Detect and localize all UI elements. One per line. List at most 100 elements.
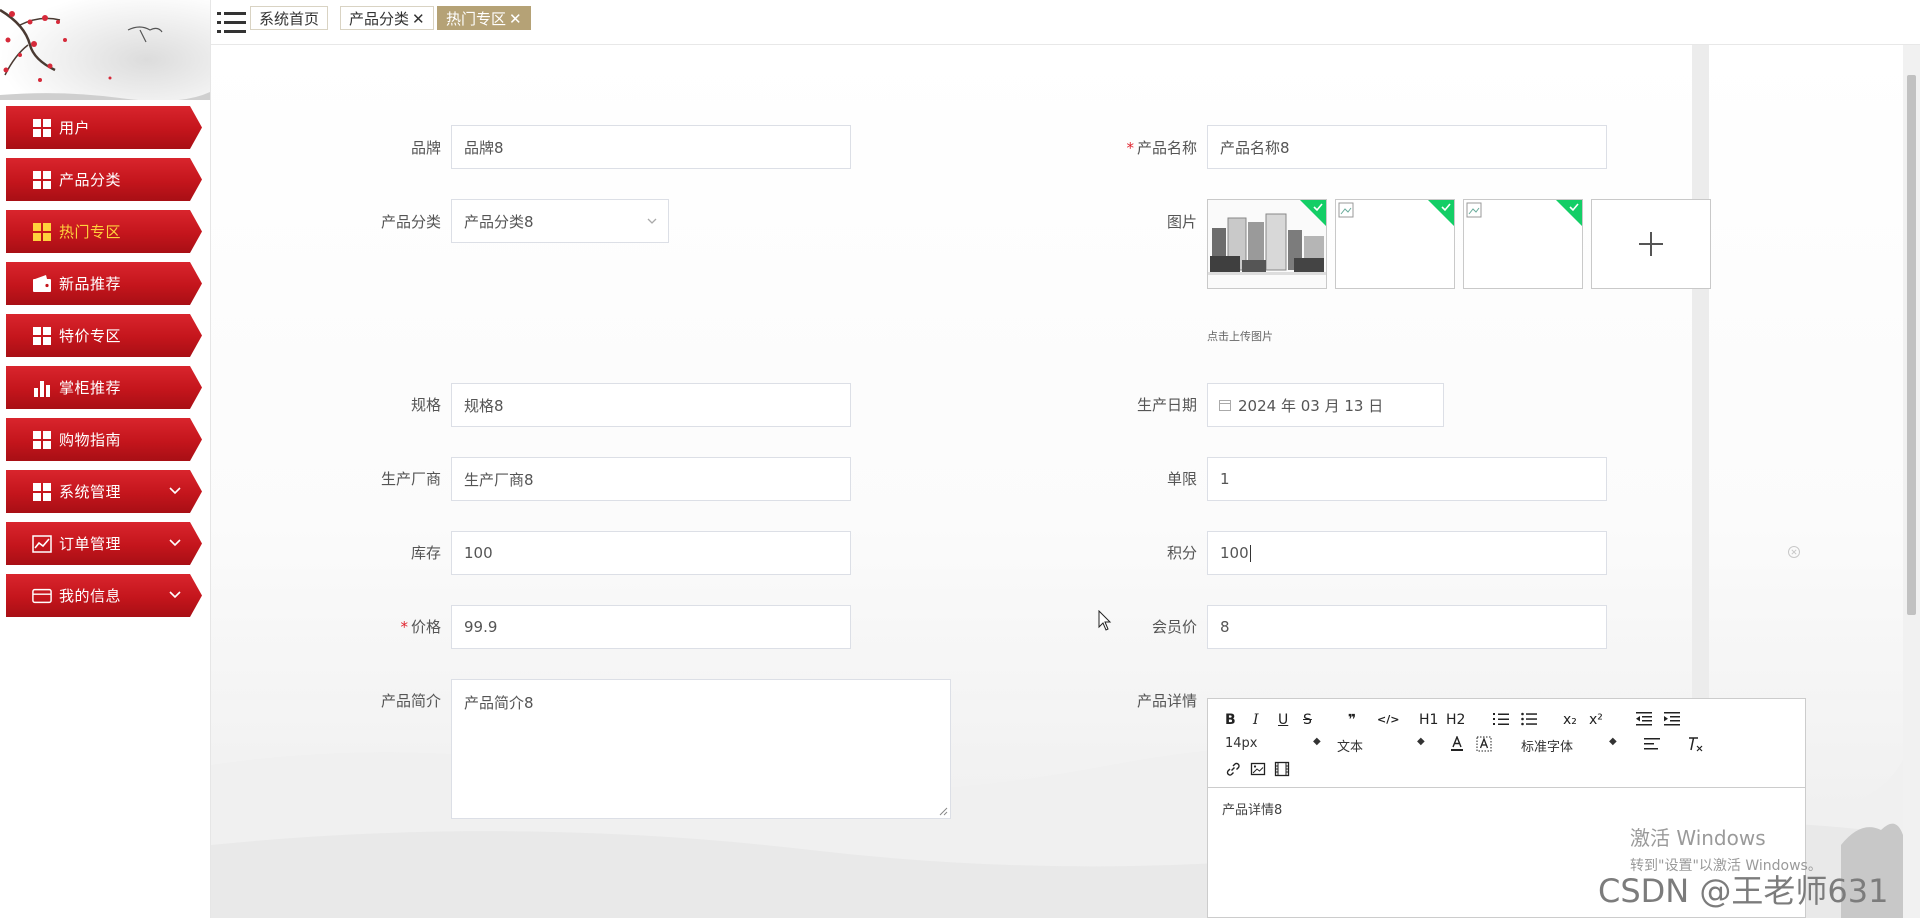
calendar-icon [1219,400,1231,411]
sidebar-item-6[interactable]: 掌柜推荐 [6,366,202,409]
uploaded-image-1[interactable] [1207,199,1327,289]
sidebar-item-label: 订单管理 [59,535,122,553]
grid-icon [32,326,52,346]
sidebar-item-3[interactable]: 热门专区 [6,210,202,253]
manufacturer-input[interactable]: 生产厂商8 [451,457,851,501]
broken-image-icon [1466,202,1482,218]
sidebar-item-label: 产品分类 [59,171,122,189]
updown-icon: ◆ [1417,736,1425,747]
production-date-label: 生产日期 [1136,396,1197,414]
tab-bar: 系统首页 产品分类 ✕ 热门专区 ✕ [211,0,1920,45]
stock-label: 库存 [410,544,441,562]
sidebar-item-label: 新品推荐 [59,275,122,293]
stock-input[interactable]: 100 [451,531,851,575]
sidebar-item-2[interactable]: 产品分类 [6,158,202,201]
menu-toggle-icon[interactable] [217,10,247,36]
blockquote-button[interactable]: ❞ [1348,711,1356,729]
sidebar-item-4[interactable]: 新品推荐 [6,262,202,305]
bar-chart-icon [32,378,52,398]
link-icon[interactable] [1225,761,1241,777]
brand-input[interactable]: 品牌8 [451,125,851,169]
spec-input[interactable]: 规格8 [451,383,851,427]
sidebar-item-9[interactable]: 订单管理 [6,522,202,565]
sidebar-item-1[interactable]: 用户 [6,106,202,149]
tab-3[interactable]: 热门专区 ✕ [437,6,531,30]
member-price-input[interactable]: 8 [1207,605,1607,649]
sidebar-item-label: 用户 [59,119,91,137]
price-input[interactable]: 99.9 [451,605,851,649]
summary-textarea[interactable]: 产品简介8 [451,679,951,819]
manufacturer-label: 生产厂商 [380,470,441,488]
category-select[interactable]: 产品分类8 [451,199,669,243]
indent-icon[interactable] [1664,712,1680,726]
check-icon [1441,203,1451,212]
underline-button[interactable]: U [1278,711,1288,729]
sidebar-item-label: 特价专区 [59,327,122,345]
background-color-icon[interactable] [1476,736,1492,752]
resize-handle-icon[interactable] [939,807,948,816]
grid-icon [32,482,52,502]
subscript-button[interactable]: x₂ [1563,711,1577,729]
bullet-list-icon[interactable] [1521,712,1537,726]
bold-button[interactable]: B [1225,711,1236,729]
code-block-button[interactable]: </> [1377,711,1399,729]
limit-input[interactable]: 1 [1207,457,1607,501]
production-date-picker[interactable]: 2024 年 03 月 13 日 [1207,383,1444,427]
upload-hint: 点击上传图片 [1207,330,1273,343]
image-icon[interactable] [1250,761,1266,777]
summary-label: 产品简介 [380,692,441,710]
sidebar-item-8[interactable]: 系统管理 [6,470,202,513]
ordered-list-icon[interactable] [1493,712,1509,726]
details-label: 产品详情 [1136,692,1197,710]
tab-2[interactable]: 产品分类 ✕ [340,6,434,30]
grid-icon [32,170,52,190]
font-color-icon[interactable] [1450,736,1464,752]
sidebar-item-label: 购物指南 [59,431,122,449]
chevron-down-icon [168,483,182,501]
add-image-button[interactable] [1591,199,1711,289]
heading-1-button[interactable]: H1 [1419,711,1438,729]
close-icon[interactable]: ✕ [509,10,522,28]
close-icon[interactable]: ✕ [412,10,425,28]
uploaded-image-3[interactable] [1463,199,1583,289]
sidebar-item-label: 掌柜推荐 [59,379,122,397]
grid-icon [32,222,52,242]
tab-label: 系统首页 [259,10,320,28]
editor-content[interactable]: 产品详情8 [1222,799,1282,818]
clear-circle-icon[interactable] [1787,545,1801,559]
scrollbar-thumb[interactable] [1907,75,1916,615]
mouse-cursor-icon [1098,610,1112,631]
tab-1[interactable]: 系统首页 [250,6,329,30]
sidebar-item-label: 我的信息 [59,587,122,605]
clear-format-icon[interactable] [1687,736,1703,752]
brand-label: 品牌 [410,139,441,157]
outdent-icon[interactable] [1636,712,1652,726]
broken-image-icon [1338,202,1354,218]
member-price-label: 会员价 [1151,618,1197,636]
points-input[interactable]: 100 [1207,531,1607,575]
chevron-down-icon [647,218,657,224]
product-name-input[interactable]: 产品名称8 [1207,125,1607,169]
heading-2-button[interactable]: H2 [1446,711,1465,729]
font-size-select[interactable]: 14px ◆ [1225,736,1321,751]
font-family-select[interactable]: 标准字体 ◆ [1521,736,1617,755]
align-left-icon[interactable] [1644,737,1660,751]
grid-icon [32,118,52,138]
block-type-select[interactable]: 文本 ◆ [1337,736,1425,755]
sidebar-item-7[interactable]: 购物指南 [6,418,202,461]
plus-icon [1639,232,1663,256]
sidebar-item-label: 热门专区 [59,223,122,241]
updown-icon: ◆ [1313,736,1321,747]
strike-button[interactable]: S [1303,711,1312,729]
sidebar-item-label: 系统管理 [59,483,122,501]
video-icon[interactable] [1274,761,1290,777]
wallet-icon [32,274,52,294]
chevron-down-icon [168,587,182,605]
spec-label: 规格 [410,396,441,414]
card-icon [32,586,52,606]
italic-button[interactable]: I [1253,711,1259,729]
sidebar-item-5[interactable]: 特价专区 [6,314,202,357]
superscript-button[interactable]: x² [1589,711,1603,729]
sidebar-item-10[interactable]: 我的信息 [6,574,202,617]
uploaded-image-2[interactable] [1335,199,1455,289]
